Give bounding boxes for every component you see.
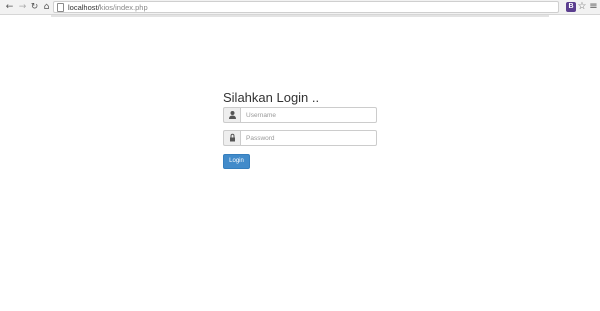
back-arrow-icon[interactable]: ← <box>4 2 15 13</box>
extension-icon[interactable]: B <box>566 2 576 12</box>
username-field[interactable] <box>240 107 377 123</box>
url-path: kios/index.php <box>99 3 148 12</box>
lock-icon <box>223 130 241 146</box>
address-bar[interactable]: localhost/kios/index.php <box>53 1 559 13</box>
forward-arrow-icon[interactable]: → <box>17 2 28 13</box>
toolbar-divider <box>51 15 549 17</box>
username-input-group <box>223 107 377 123</box>
page-title: Silahkan Login .. <box>223 90 320 105</box>
browser-toolbar: ← → ↻ ⌂ localhost/kios/index.php B ☆ ≡ <box>0 0 600 15</box>
password-input-group <box>223 130 377 146</box>
hamburger-menu-icon[interactable]: ≡ <box>589 1 598 13</box>
url-text[interactable]: localhost/kios/index.php <box>68 2 148 13</box>
user-icon <box>223 107 241 123</box>
star-icon[interactable]: ☆ <box>577 1 587 13</box>
home-icon[interactable]: ⌂ <box>41 2 52 13</box>
reload-icon[interactable]: ↻ <box>29 2 40 13</box>
page-icon <box>57 3 64 12</box>
login-button[interactable]: Login <box>223 154 250 169</box>
url-host: localhost/ <box>68 3 100 12</box>
password-field[interactable] <box>240 130 377 146</box>
